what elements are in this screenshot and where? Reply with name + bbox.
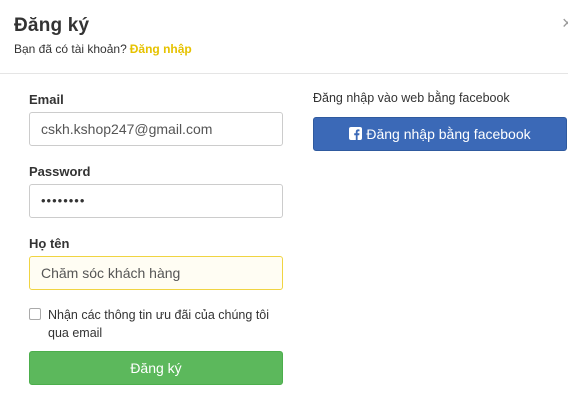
- email-field[interactable]: cskh.kshop247@gmail.com: [29, 112, 283, 146]
- facebook-caption: Đăng nhập vào web bằng facebook: [313, 91, 510, 105]
- password-field[interactable]: ••••••••: [29, 184, 283, 218]
- facebook-icon: [349, 127, 363, 140]
- register-button[interactable]: Đăng ký: [29, 351, 283, 385]
- close-icon[interactable]: ×: [562, 14, 568, 32]
- facebook-login-button[interactable]: Đăng nhập bằng facebook: [313, 117, 567, 151]
- register-modal: Đăng ký Bạn đã có tài khoản? Đăng nhập × …: [0, 0, 568, 400]
- newsletter-checkbox[interactable]: [29, 308, 41, 320]
- fullname-field[interactable]: Chăm sóc khách hàng: [29, 256, 283, 290]
- facebook-button-label: Đăng nhập bằng facebook: [366, 126, 531, 142]
- fullname-label: Họ tên: [29, 236, 70, 251]
- modal-subtitle: Bạn đã có tài khoản? Đăng nhập: [14, 42, 192, 56]
- modal-title: Đăng ký: [14, 15, 90, 36]
- password-label: Password: [29, 164, 91, 179]
- newsletter-label[interactable]: Nhận các thông tin ưu đãi của chúng tôi …: [48, 306, 288, 342]
- subtitle-text: Bạn đã có tài khoản?: [14, 42, 127, 56]
- email-label: Email: [29, 92, 64, 107]
- login-link[interactable]: Đăng nhập: [130, 42, 192, 56]
- modal-header: Đăng ký Bạn đã có tài khoản? Đăng nhập ×: [0, 0, 568, 74]
